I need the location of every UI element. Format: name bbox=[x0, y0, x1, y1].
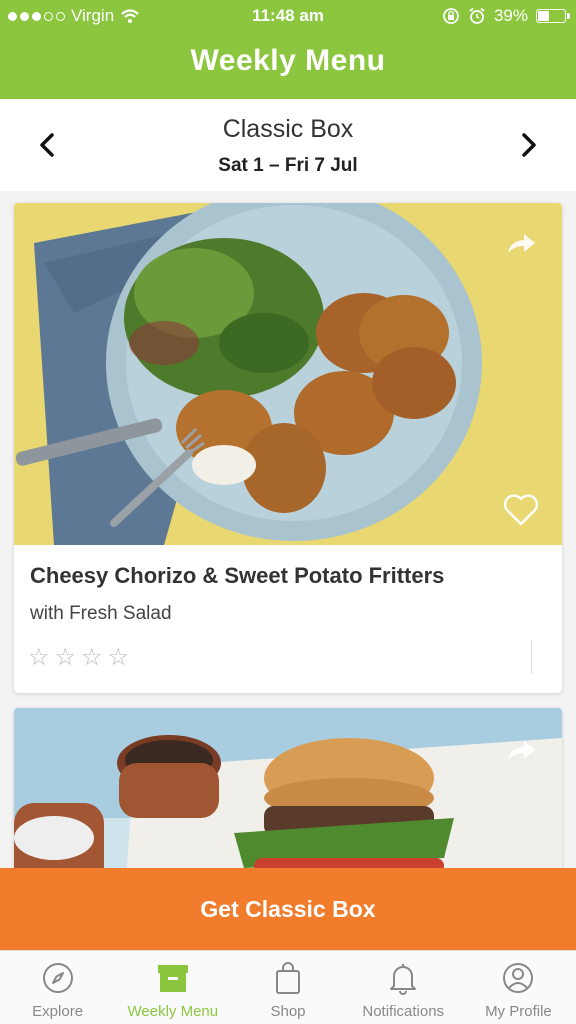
bell-icon bbox=[390, 964, 417, 995]
status-bar: Virgin 11:48 am 39% bbox=[0, 0, 576, 34]
box-name: Classic Box bbox=[222, 115, 354, 143]
chevron-right-icon[interactable] bbox=[512, 129, 544, 161]
recipe-card[interactable]: Cheesy Chorizo & Sweet Potato Fritters w… bbox=[14, 203, 562, 693]
box-icon bbox=[157, 965, 188, 992]
tab-label: Weekly Menu bbox=[127, 1003, 219, 1020]
heart-icon[interactable] bbox=[502, 493, 540, 527]
battery-percent: 39% bbox=[493, 6, 528, 25]
status-right: 39% bbox=[442, 6, 570, 26]
page-title: Weekly Menu bbox=[190, 44, 386, 77]
tab-label: Explore bbox=[32, 1003, 84, 1020]
tab-label: Notifications bbox=[362, 1003, 445, 1020]
app-header: Virgin 11:48 am 39% Weekly Menu bbox=[0, 0, 576, 99]
share-icon[interactable] bbox=[504, 229, 538, 257]
bag-icon bbox=[276, 962, 300, 994]
tab-weekly-menu[interactable]: Weekly Menu bbox=[115, 951, 230, 1024]
box-selector: Classic Box Sat 1 – Fri 7 Jul bbox=[0, 99, 576, 191]
tab-label: Shop bbox=[270, 1003, 306, 1020]
tab-my-profile[interactable]: My Profile bbox=[461, 951, 576, 1024]
get-box-button[interactable]: Get Classic Box bbox=[0, 868, 576, 950]
tab-explore[interactable]: Explore bbox=[0, 951, 115, 1024]
tab-bar: Explore Weekly Menu Shop Notifications M… bbox=[0, 950, 576, 1024]
tab-shop[interactable]: Shop bbox=[230, 951, 345, 1024]
divider bbox=[531, 640, 532, 674]
star-icon[interactable]: ☆ bbox=[81, 643, 103, 672]
battery-icon bbox=[536, 9, 570, 23]
rating-stars[interactable]: ☆ ☆ ☆ ☆ bbox=[28, 643, 129, 672]
week-dates: Sat 1 – Fri 7 Jul bbox=[218, 155, 358, 176]
compass-icon bbox=[42, 963, 73, 993]
recipe-image[interactable] bbox=[14, 203, 562, 545]
tab-notifications[interactable]: Notifications bbox=[346, 951, 461, 1024]
profile-icon bbox=[503, 963, 534, 993]
recipe-subtitle: with Fresh Salad bbox=[30, 603, 172, 624]
alarm-icon bbox=[469, 7, 485, 24]
star-icon[interactable]: ☆ bbox=[108, 643, 130, 672]
rotation-lock-icon bbox=[443, 8, 459, 24]
star-icon[interactable]: ☆ bbox=[55, 643, 77, 672]
recipe-title: Cheesy Chorizo & Sweet Potato Fritters bbox=[30, 563, 445, 588]
share-icon[interactable] bbox=[504, 736, 538, 764]
star-icon[interactable]: ☆ bbox=[28, 643, 50, 672]
tab-label: My Profile bbox=[485, 1003, 552, 1020]
